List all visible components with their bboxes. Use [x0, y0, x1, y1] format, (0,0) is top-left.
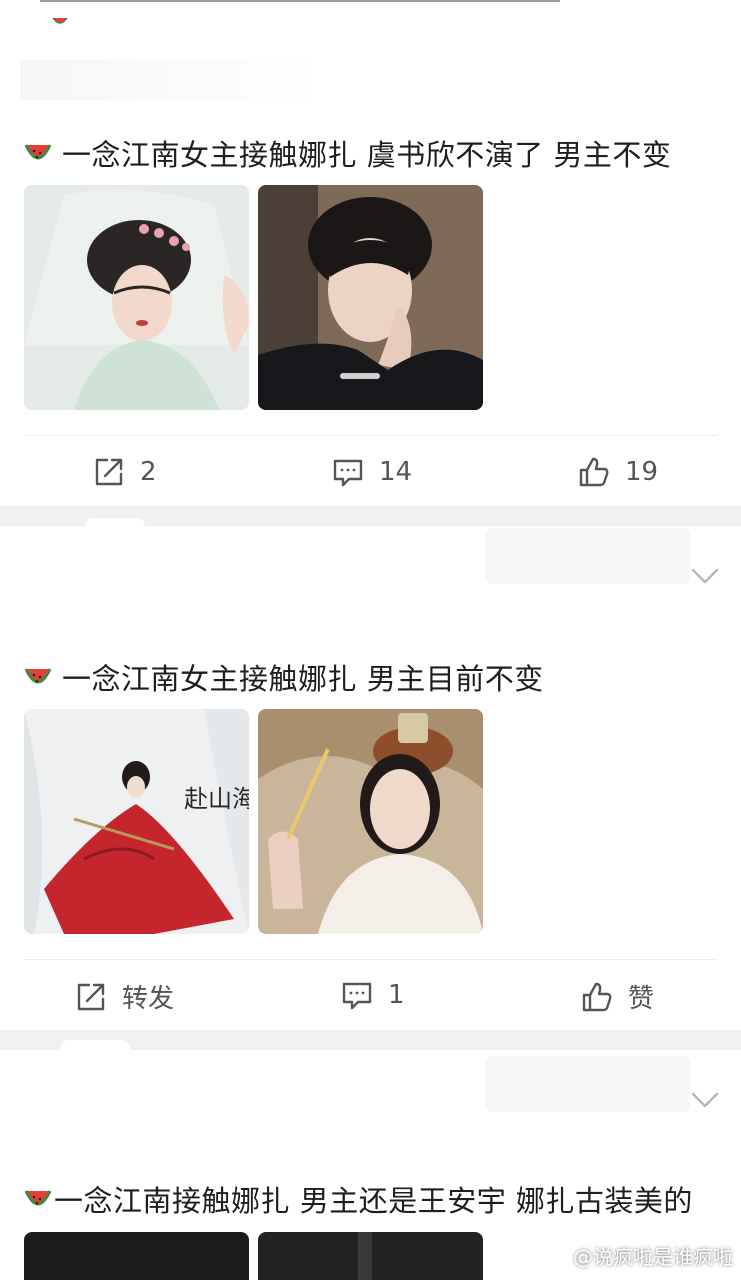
post-title-text: 一念江南女主接触娜扎 男主目前不变: [62, 662, 544, 696]
repost-button[interactable]: 2: [92, 455, 157, 489]
blurred-follow-area: [485, 528, 690, 584]
like-button[interactable]: 19: [577, 455, 658, 489]
blurred-header: [20, 60, 320, 100]
watermelon-small-icon: [52, 17, 68, 24]
comment-icon: [342, 982, 372, 1010]
post-title-text: 一念江南接触娜扎 男主还是王安宇 娜扎古装美的: [54, 1184, 693, 1218]
post-divider: [24, 959, 718, 960]
post-title[interactable]: 一念江南女主接触娜扎 虞书欣不演了 男主不变: [24, 132, 671, 174]
post-card-2[interactable]: 一念江南女主接触娜扎 男主目前不变 赴山海 转发 1 赞: [0, 518, 741, 1030]
bride-photo: [24, 185, 249, 410]
post-divider: [24, 435, 718, 436]
post-image-white-robe[interactable]: [258, 709, 483, 934]
poster-calligraphy: 赴山海: [184, 785, 249, 813]
watermelon-icon: [24, 144, 52, 160]
chevron-down-icon[interactable]: [691, 1092, 719, 1108]
blurred-follow-area: [485, 1056, 690, 1112]
watermelon-icon: [24, 1190, 52, 1206]
post-image-poster[interactable]: 赴山海: [24, 709, 249, 934]
repost-icon: [95, 458, 123, 486]
comment-button[interactable]: 1: [340, 978, 405, 1012]
blurred-avatar: [60, 1040, 130, 1082]
weibo-watermark: @说疯啦是谁疯啦: [541, 1241, 733, 1270]
like-label: 赞: [628, 984, 655, 1014]
post-image-suit-man[interactable]: [258, 185, 483, 410]
repost-button[interactable]: 转发: [74, 978, 174, 1015]
thumbs-up-icon: [579, 457, 609, 487]
top-divider: [40, 0, 560, 2]
dark-photo-2: [258, 1232, 483, 1280]
post-title-text: 一念江南女主接触娜扎 虞书欣不演了 男主不变: [62, 138, 672, 172]
dark-photo-1: [24, 1232, 249, 1280]
repost-icon: [77, 983, 105, 1010]
chevron-down-icon[interactable]: [691, 568, 719, 584]
like-button[interactable]: 赞: [580, 978, 654, 1015]
post-title[interactable]: 一念江南接触娜扎 男主还是王安宇 娜扎古装美的: [24, 1178, 693, 1220]
thumbs-up-icon: [582, 982, 612, 1011]
suit-man-photo: [258, 185, 483, 410]
post-image-bride[interactable]: [24, 185, 249, 410]
repost-count: 2: [140, 457, 157, 487]
watermark-text: @说疯啦是谁疯啦: [573, 1245, 733, 1269]
watermelon-icon: [24, 668, 52, 684]
post-image-dark-1[interactable]: [24, 1232, 249, 1280]
white-robe-photo: [258, 709, 483, 934]
weibo-logo-icon: [541, 1246, 566, 1266]
repost-label: 转发: [122, 984, 175, 1014]
comment-count: 14: [379, 457, 413, 487]
comment-count: 1: [388, 980, 405, 1010]
comment-button[interactable]: 14: [331, 455, 412, 489]
post-image-dark-2[interactable]: [258, 1232, 483, 1280]
post-card-1[interactable]: 一念江南女主接触娜扎 虞书欣不演了 男主不变 2 14 19: [0, 0, 741, 506]
red-dress-poster: 赴山海: [24, 709, 249, 934]
like-count: 19: [625, 457, 659, 487]
comment-icon: [333, 459, 363, 487]
post-title[interactable]: 一念江南女主接触娜扎 男主目前不变: [24, 656, 544, 698]
blurred-avatar: [85, 518, 145, 558]
